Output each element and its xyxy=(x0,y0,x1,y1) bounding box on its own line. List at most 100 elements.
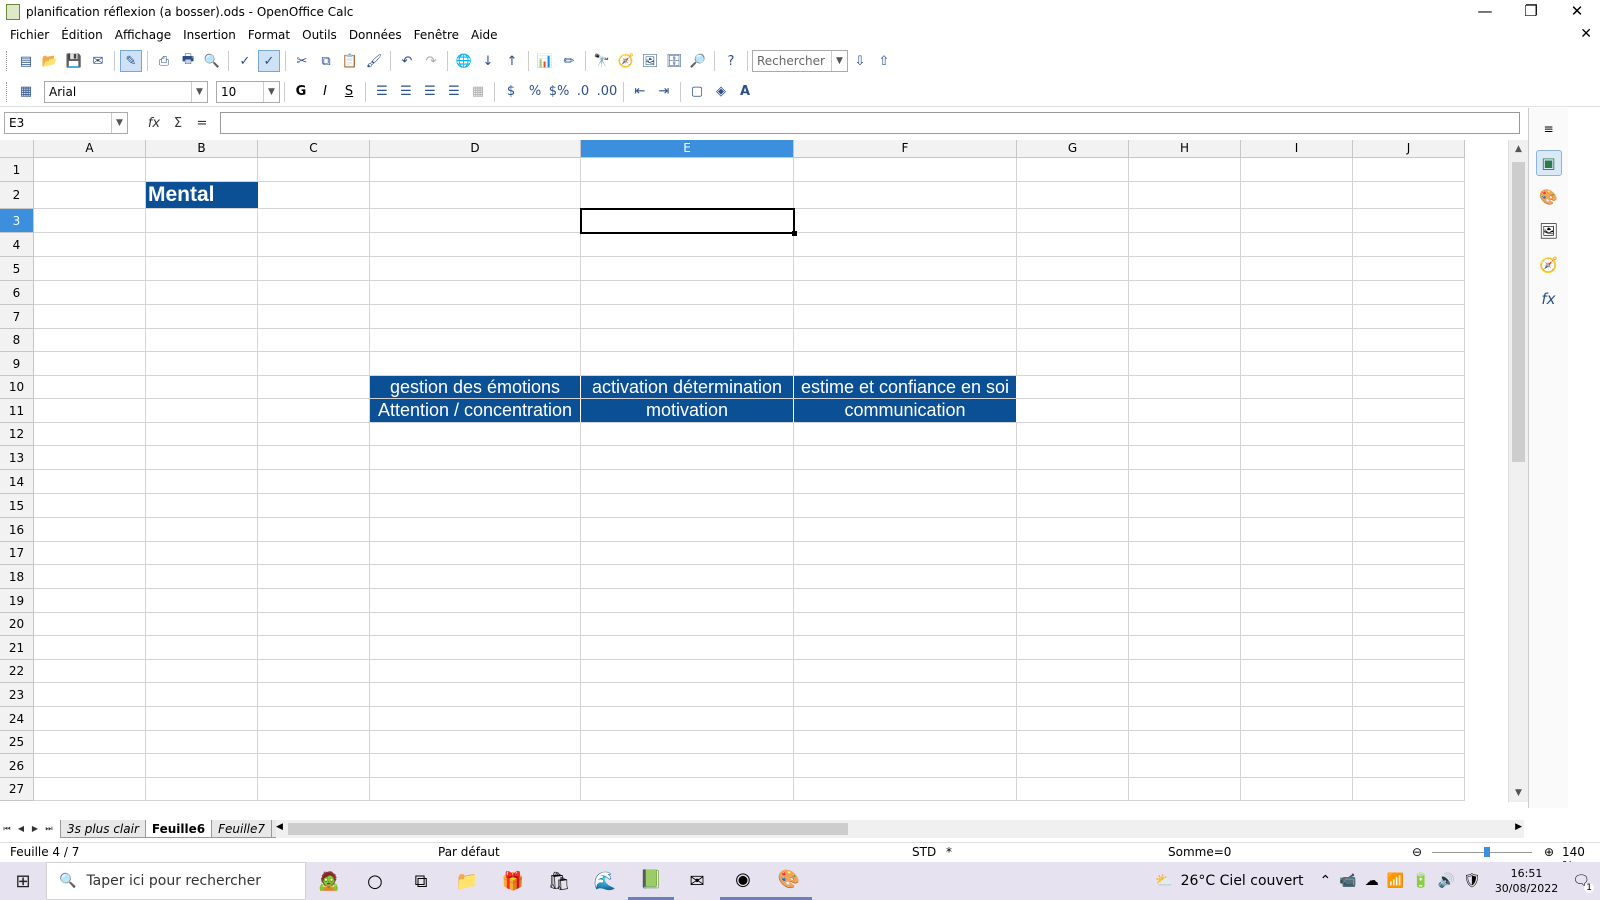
grid-cell[interactable] xyxy=(258,636,370,660)
selection-mode[interactable]: STD xyxy=(912,845,936,859)
chevron-down-icon[interactable]: ▼ xyxy=(111,113,127,133)
column-header-h[interactable]: H xyxy=(1129,140,1241,158)
functions-icon[interactable]: fx xyxy=(1536,286,1562,312)
borders-icon[interactable]: ▢ xyxy=(686,81,708,103)
taskbar-search-input[interactable]: Taper ici pour rechercher xyxy=(86,873,261,889)
grid-cell[interactable] xyxy=(794,257,1017,281)
grid-cell[interactable] xyxy=(1353,660,1465,683)
gift-app-icon[interactable]: 🎁 xyxy=(490,862,536,900)
row-header-11[interactable]: 11 xyxy=(0,399,34,423)
paint-app-icon[interactable]: 🎨 xyxy=(766,862,812,900)
column-header-b[interactable]: B xyxy=(146,140,258,158)
grid-cell[interactable] xyxy=(34,182,146,209)
grid-cell[interactable] xyxy=(1017,233,1129,257)
row-header-7[interactable]: 7 xyxy=(0,305,34,329)
grid-cell[interactable] xyxy=(146,778,258,801)
cell-d10[interactable]: gestion des émotions xyxy=(370,376,581,398)
grid-cell[interactable] xyxy=(146,257,258,281)
grid-cell[interactable] xyxy=(146,542,258,565)
grid-cell[interactable] xyxy=(1353,446,1465,470)
cell-cursor[interactable] xyxy=(580,208,797,236)
row-header-4[interactable]: 4 xyxy=(0,233,34,257)
grid-cell[interactable] xyxy=(581,352,794,376)
grid-cell[interactable] xyxy=(258,683,370,707)
grid-cell[interactable] xyxy=(1241,281,1353,305)
grid-cell[interactable] xyxy=(1241,636,1353,660)
paste-icon[interactable]: 📋 xyxy=(339,50,361,72)
grid-cell[interactable] xyxy=(1017,209,1129,233)
grid-cell[interactable] xyxy=(1241,423,1353,446)
row-header-24[interactable]: 24 xyxy=(0,707,34,731)
row-header-8[interactable]: 8 xyxy=(0,329,34,352)
close-button[interactable]: ✕ xyxy=(1554,0,1600,24)
grid-cell[interactable] xyxy=(258,754,370,778)
column-header-c[interactable]: C xyxy=(258,140,370,158)
grid-cell[interactable] xyxy=(258,660,370,683)
row-header-15[interactable]: 15 xyxy=(0,494,34,518)
print-icon[interactable]: 🖶 xyxy=(177,50,199,72)
cut-icon[interactable]: ✂ xyxy=(291,50,313,72)
grid-cell[interactable] xyxy=(581,158,794,182)
grid-cell[interactable] xyxy=(370,660,581,683)
menu-format[interactable]: Format xyxy=(242,28,296,42)
column-header-e[interactable]: E xyxy=(581,140,794,158)
previous-sheet-icon[interactable]: ◀ xyxy=(14,821,28,837)
merge-cells-icon[interactable]: ▦ xyxy=(467,81,489,103)
row-header-19[interactable]: 19 xyxy=(0,589,34,613)
openoffice-calc-taskbar-icon[interactable]: 📗 xyxy=(628,862,674,900)
grid-cell[interactable] xyxy=(370,683,581,707)
grid-cell[interactable] xyxy=(34,352,146,376)
align-center-icon[interactable]: ☰ xyxy=(395,81,417,103)
grid-cell[interactable] xyxy=(1129,683,1241,707)
grid-cell[interactable] xyxy=(34,494,146,518)
grid-cell[interactable] xyxy=(146,660,258,683)
name-box[interactable]: E3 ▼ xyxy=(4,112,128,134)
grid-cell[interactable] xyxy=(1017,683,1129,707)
grid-cell[interactable] xyxy=(581,305,794,329)
grid-cell[interactable] xyxy=(1353,158,1465,182)
grid-cell[interactable] xyxy=(1017,329,1129,352)
grid-cell[interactable] xyxy=(1353,707,1465,731)
grid-cell[interactable] xyxy=(146,565,258,589)
grid-cell[interactable] xyxy=(1129,399,1241,423)
grid-cell[interactable] xyxy=(146,494,258,518)
grid-cell[interactable] xyxy=(146,683,258,707)
row-header-16[interactable]: 16 xyxy=(0,518,34,542)
column-header-g[interactable]: G xyxy=(1017,140,1129,158)
sidebar-menu-icon[interactable]: ≡ xyxy=(1536,116,1562,142)
select-all-corner[interactable] xyxy=(0,140,34,158)
hyperlink-icon[interactable]: 🌐 xyxy=(453,50,475,72)
grid-cell[interactable] xyxy=(581,182,794,209)
grid-cell[interactable] xyxy=(370,182,581,209)
row-header-21[interactable]: 21 xyxy=(0,636,34,660)
grid-cell[interactable] xyxy=(370,542,581,565)
scroll-down-icon[interactable]: ▼ xyxy=(1509,788,1528,802)
grid-cell[interactable] xyxy=(258,589,370,613)
weather-text[interactable]: 26°C Ciel couvert xyxy=(1181,873,1304,889)
grid-cell[interactable] xyxy=(146,731,258,754)
grid-cell[interactable] xyxy=(34,518,146,542)
export-pdf-icon[interactable]: ⎙ xyxy=(153,50,175,72)
grid-cell[interactable] xyxy=(258,423,370,446)
grid-cell[interactable] xyxy=(794,660,1017,683)
grid-cell[interactable] xyxy=(794,778,1017,801)
grid-cell[interactable] xyxy=(34,399,146,423)
grid-cell[interactable] xyxy=(370,494,581,518)
grid-cell[interactable] xyxy=(34,233,146,257)
grid-cell[interactable] xyxy=(370,233,581,257)
grid-cell[interactable] xyxy=(794,182,1017,209)
grid-cell[interactable] xyxy=(370,352,581,376)
grid-cell[interactable] xyxy=(146,158,258,182)
grid-cell[interactable] xyxy=(1017,613,1129,636)
wifi-icon[interactable]: 📶 xyxy=(1387,873,1404,889)
grid-cell[interactable] xyxy=(1353,613,1465,636)
grid-cell[interactable] xyxy=(1129,518,1241,542)
grid-cell[interactable] xyxy=(1129,778,1241,801)
grid-cell[interactable] xyxy=(581,233,794,257)
grid-cell[interactable] xyxy=(1241,707,1353,731)
grid-cell[interactable] xyxy=(1017,542,1129,565)
menu-outils[interactable]: Outils xyxy=(296,28,343,42)
draw-functions-icon[interactable]: ✏ xyxy=(558,50,580,72)
grid-cell[interactable] xyxy=(581,707,794,731)
grid-cell[interactable] xyxy=(1241,233,1353,257)
